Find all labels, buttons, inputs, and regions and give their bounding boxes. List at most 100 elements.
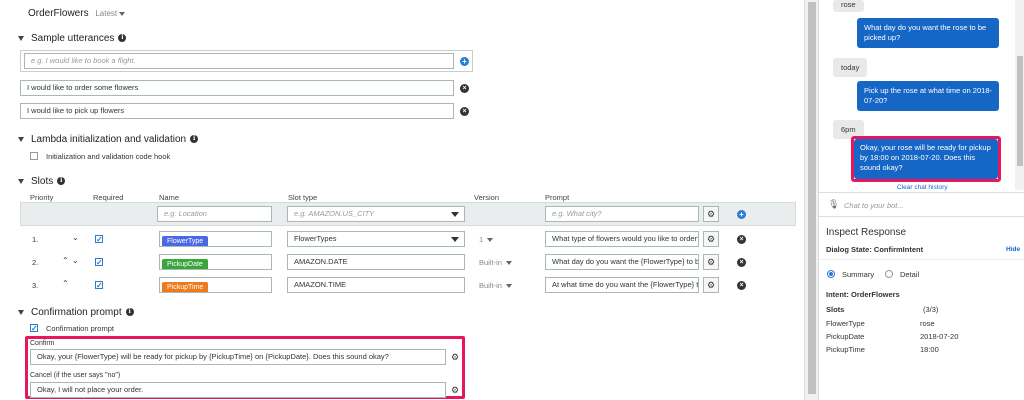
slot-required-checkbox[interactable]	[95, 235, 103, 243]
gear-icon[interactable]: ⚙	[703, 231, 719, 247]
chevron-down-icon	[451, 212, 459, 217]
gear-icon[interactable]: ⚙	[451, 352, 459, 363]
user-message: today	[833, 58, 868, 77]
slot-name-tag: PickupDate	[162, 259, 208, 269]
utterance-item[interactable]: I would like to pick up flowers	[20, 103, 454, 119]
collapse-triangle-icon	[18, 35, 24, 41]
slot-priority: 1.	[32, 235, 39, 244]
section-confirmation-prompt[interactable]: Confirmation prompt i	[18, 307, 134, 318]
chat-input[interactable]: Chat to your bot...	[844, 201, 904, 210]
utterance-input[interactable]: e.g. I would like to book a flight.	[24, 53, 454, 69]
add-slot-icon[interactable]: +	[737, 210, 746, 219]
section-lambda[interactable]: Lambda initialization and validation i	[18, 134, 199, 145]
col-name: Name	[159, 193, 180, 202]
confirm-label: Confirm	[30, 340, 55, 347]
slot-name-field[interactable]: FlowerType	[159, 231, 272, 247]
intent-title: OrderFlowers Latest	[28, 8, 126, 19]
hide-link[interactable]: Hide	[1006, 246, 1020, 253]
slot-name: PickupDate	[826, 332, 865, 341]
slot-value: 18:00	[920, 345, 939, 354]
lambda-hook-checkbox[interactable]	[30, 152, 38, 160]
collapse-triangle-icon	[18, 136, 24, 142]
slot-required-checkbox[interactable]	[95, 258, 103, 266]
confirmation-prompt-checkbox[interactable]	[30, 324, 38, 332]
chevron-down-icon	[451, 237, 459, 242]
gear-icon[interactable]: ⚙	[703, 254, 719, 270]
new-slot-prompt-input[interactable]: e.g. What city?	[545, 206, 699, 222]
bot-message: What day do you want the rose to be pick…	[857, 18, 999, 48]
info-icon[interactable]: i	[190, 135, 199, 144]
intent-name: OrderFlowers	[28, 8, 89, 19]
slot-type-select[interactable]: AMAZON.TIME	[287, 277, 465, 293]
move-down-icon[interactable]: ⌄	[72, 256, 79, 265]
remove-slot-icon[interactable]: ×	[737, 281, 746, 290]
slot-version-select[interactable]: 1	[479, 235, 494, 244]
gear-icon[interactable]: ⚙	[451, 385, 459, 396]
clear-chat-history-link[interactable]: Clear chat history	[897, 184, 948, 191]
confirm-input[interactable]: Okay, your {FlowerType} will be ready fo…	[30, 349, 446, 365]
slot-priority: 3.	[32, 281, 39, 290]
version-dropdown[interactable]: Latest	[95, 9, 126, 18]
confirmation-prompt-label: Confirmation prompt	[46, 324, 114, 333]
slot-version-select[interactable]: Built-in	[479, 281, 513, 290]
detail-label: Detail	[900, 270, 920, 279]
slot-name-tag: PickupTime	[162, 282, 209, 292]
utterance-item[interactable]: I would like to order some flowers	[20, 80, 454, 96]
lambda-hook-label: Initialization and validation code hook	[46, 152, 171, 161]
col-prompt: Prompt	[545, 193, 570, 202]
remove-slot-icon[interactable]: ×	[737, 258, 746, 267]
new-slot-name-input[interactable]: e.g. Location	[157, 206, 272, 222]
gear-icon[interactable]: ⚙	[703, 277, 719, 293]
section-sample-utterances[interactable]: Sample utterances i	[18, 33, 127, 44]
new-slot-type-select[interactable]: e.g. AMAZON.US_CITY	[287, 206, 465, 222]
remove-slot-icon[interactable]: ×	[737, 235, 746, 244]
info-icon[interactable]: i	[57, 177, 66, 186]
slot-prompt-input[interactable]: What day do you want the {FlowerType} to…	[545, 254, 699, 270]
summary-label: Summary	[842, 270, 875, 279]
slot-version-select[interactable]: Built-in	[479, 258, 513, 267]
inspect-response-title: Inspect Response	[826, 227, 907, 238]
slot-priority: 2.	[32, 258, 39, 267]
chevron-down-icon	[506, 261, 513, 266]
slot-name-field[interactable]: PickupDate	[159, 254, 272, 270]
slot-value: rose	[920, 319, 935, 328]
divider	[819, 259, 1024, 260]
remove-utterance-icon[interactable]: ×	[460, 107, 469, 116]
slot-value: 2018-07-20	[920, 332, 959, 341]
scrollbar-thumb[interactable]	[1017, 56, 1023, 166]
col-slot-type: Slot type	[288, 193, 318, 202]
cancel-input[interactable]: Okay, I will not place your order.	[30, 382, 446, 398]
scrollbar-thumb[interactable]	[808, 2, 816, 394]
slot-name-field[interactable]: PickupTime	[159, 277, 272, 293]
gear-icon[interactable]: ⚙	[703, 206, 719, 222]
slot-type-select[interactable]: FlowerTypes	[287, 231, 465, 247]
add-utterance-icon[interactable]: +	[460, 57, 469, 66]
slots-heading: Slots	[826, 305, 845, 314]
slot-name-tag: FlowerType	[162, 236, 209, 246]
divider	[819, 192, 1024, 193]
remove-utterance-icon[interactable]: ×	[460, 84, 469, 93]
section-slots[interactable]: Slots i	[18, 176, 66, 187]
col-required: Required	[93, 193, 124, 202]
chevron-down-icon	[506, 284, 513, 289]
slot-name: PickupTime	[826, 345, 865, 354]
slot-type-select[interactable]: AMAZON.DATE	[287, 254, 465, 270]
main-scrollbar[interactable]	[804, 0, 818, 400]
microphone-icon[interactable]: 🎙	[828, 199, 839, 210]
move-up-icon[interactable]: ⌃	[62, 256, 69, 265]
intent-editor: OrderFlowers Latest Sample utterances i e…	[0, 0, 804, 400]
info-icon[interactable]: i	[118, 34, 127, 43]
slot-prompt-input[interactable]: What type of flowers would you like to o…	[545, 231, 699, 247]
move-up-icon[interactable]: ⌃	[62, 279, 69, 288]
summary-radio[interactable]	[827, 270, 835, 278]
detail-radio[interactable]	[885, 270, 893, 278]
slots-count: (3/3)	[923, 305, 939, 314]
chevron-down-icon	[487, 238, 494, 243]
col-version: Version	[474, 193, 500, 202]
divider	[819, 216, 1024, 217]
info-icon[interactable]: i	[125, 308, 134, 317]
slot-prompt-input[interactable]: At what time do you want the {FlowerType…	[545, 277, 699, 293]
slot-required-checkbox[interactable]	[95, 281, 103, 289]
move-down-icon[interactable]: ⌄	[72, 233, 79, 242]
chat-scrollbar[interactable]	[1015, 0, 1024, 190]
